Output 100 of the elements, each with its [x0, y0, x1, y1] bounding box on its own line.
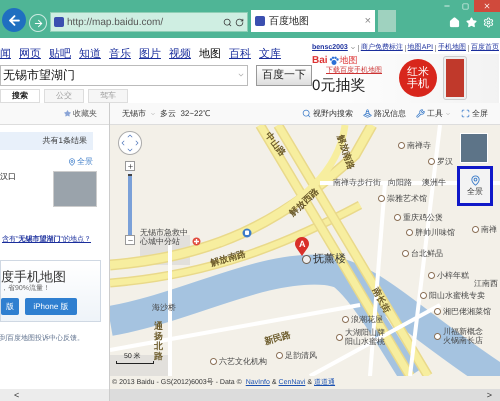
- fullscreen-icon: [461, 109, 470, 118]
- nav-link[interactable]: 贴吧: [49, 48, 71, 64]
- star-icon[interactable]: [64, 110, 71, 117]
- poi-icon: [428, 158, 435, 165]
- scrollbar[interactable]: >: [110, 389, 500, 401]
- nav-link[interactable]: 百科: [229, 48, 251, 64]
- wrench-icon: [416, 109, 425, 118]
- road-label: 解放南路: [336, 133, 356, 171]
- scrollbar[interactable]: <: [0, 389, 109, 401]
- map-tool-button[interactable]: 工具: [427, 108, 443, 120]
- nav-link[interactable]: 图片: [139, 48, 161, 64]
- place-label: 江南西: [474, 279, 498, 288]
- search-field[interactable]: 无锡市望湖门: [0, 64, 248, 86]
- nav-link[interactable]: 文库: [259, 48, 281, 64]
- close-button[interactable]: [474, 0, 500, 12]
- road-label: 新民路: [263, 329, 292, 347]
- map-tool-button[interactable]: 全屏: [472, 108, 488, 120]
- favorites-star-icon[interactable]: [466, 17, 477, 28]
- poi-label: 湘巴佬湘菜馆: [443, 307, 491, 316]
- poi-icon: [406, 229, 413, 236]
- poi-label: 六艺文化机构: [219, 357, 267, 366]
- search-icon[interactable]: [223, 18, 232, 26]
- scale-bar: [116, 361, 154, 364]
- back-button[interactable]: [2, 8, 26, 32]
- poi-label: 足韵清风: [285, 351, 317, 360]
- download-button[interactable]: iPhone 版: [25, 298, 77, 315]
- road-label: 南长街: [370, 286, 392, 314]
- place-label: 无锡市急救中心城中分站: [140, 228, 188, 246]
- search-button[interactable]: 百度一下: [256, 64, 312, 86]
- address-bar[interactable]: http://map.baidu.com/: [50, 12, 248, 32]
- browser-tab[interactable]: 百度地图 ×: [251, 10, 375, 32]
- bus-icon: [242, 228, 252, 238]
- poi-icon: [472, 226, 479, 233]
- settings-icon[interactable]: [483, 17, 494, 28]
- poi-icon: [210, 358, 217, 365]
- pin-icon: [470, 174, 480, 186]
- dropdown-caret-icon[interactable]: [445, 110, 451, 116]
- badge-text: 手机: [407, 78, 429, 90]
- photo-placeholder: [53, 171, 97, 207]
- poi-label: 小梓年糕: [437, 271, 469, 280]
- ad-headline: 0元抽奖: [312, 76, 366, 94]
- poi-label: 南禅: [481, 225, 497, 234]
- pan-left-icon[interactable]: [119, 139, 127, 147]
- panorama-button[interactable]: 全景: [457, 166, 493, 206]
- nav-link[interactable]: 地图: [199, 48, 221, 64]
- favorites-link[interactable]: 收藏夹: [73, 108, 97, 120]
- result-text: 汉口: [0, 171, 16, 183]
- mode-tab[interactable]: 搜索: [0, 89, 40, 103]
- dropdown-caret-icon[interactable]: [236, 71, 245, 79]
- location-marker-icon[interactable]: [294, 237, 310, 257]
- logo-text: 地图: [340, 55, 358, 66]
- nav-link[interactable]: 网页: [19, 48, 41, 64]
- road-label: 解放南路: [209, 248, 247, 268]
- pan-right-icon[interactable]: [133, 139, 141, 147]
- poi-label: 南禅寺: [407, 141, 431, 150]
- place-label: 抚薰楼: [313, 253, 346, 265]
- poi-icon: [394, 214, 401, 221]
- panorama-link[interactable]: 全景: [77, 156, 93, 168]
- city-selector[interactable]: 无锡市: [122, 108, 146, 120]
- zoom-out-button[interactable]: [125, 235, 135, 245]
- refresh-icon[interactable]: [235, 18, 244, 26]
- download-button[interactable]: 版: [1, 298, 19, 315]
- scroll-right-arrow[interactable]: >: [486, 390, 492, 400]
- scroll-left-arrow[interactable]: <: [14, 390, 20, 400]
- poi-icon: [398, 142, 405, 149]
- zoom-in-button[interactable]: [125, 161, 135, 171]
- poi-icon: [378, 195, 385, 202]
- map-tool-button[interactable]: 路况信息: [374, 108, 406, 120]
- dropdown-caret-icon[interactable]: [350, 45, 356, 51]
- search-icon: [302, 109, 311, 118]
- map-tool-button[interactable]: 视野内搜索: [313, 108, 353, 120]
- nav-link[interactable]: 音乐: [109, 48, 131, 64]
- pan-up-icon[interactable]: [126, 132, 134, 140]
- url-text: http://map.baidu.com/: [67, 16, 164, 30]
- poi-icon: [276, 352, 283, 359]
- pin-icon[interactable]: [68, 158, 76, 166]
- poi-label: 浪潮花屋: [351, 315, 383, 324]
- satellite-thumbnail[interactable]: [460, 133, 488, 163]
- poi-label: 大湖阳山牌阳山水蜜桃: [345, 328, 386, 346]
- road-label: 通扬北路: [154, 321, 164, 361]
- home-icon[interactable]: [449, 17, 460, 28]
- hospital-icon: [192, 237, 201, 246]
- plus-icon: [126, 162, 134, 170]
- result-count: 共有1条结果: [42, 135, 87, 147]
- poi-icon: [428, 272, 435, 279]
- nav-link[interactable]: 知道: [79, 48, 101, 64]
- forward-button[interactable]: [29, 14, 47, 32]
- place-label: 海沙桥: [152, 303, 176, 312]
- tab-close-button[interactable]: ×: [364, 12, 371, 30]
- forward-arrow-icon: [32, 18, 44, 28]
- pan-down-icon[interactable]: [126, 146, 134, 154]
- poi-label: 川福新概念火锅南长店: [443, 327, 484, 345]
- nav-link[interactable]: 闻: [0, 48, 11, 64]
- pan-control[interactable]: [118, 131, 142, 155]
- poi-icon: [420, 292, 427, 299]
- poi-label: 阳山水蜜桃专卖: [429, 291, 485, 300]
- poi-label: 胖帅川味馆: [415, 228, 455, 237]
- poi-icon: [434, 308, 441, 315]
- nav-link[interactable]: 视频: [169, 48, 191, 64]
- dropdown-caret-icon[interactable]: [150, 110, 156, 116]
